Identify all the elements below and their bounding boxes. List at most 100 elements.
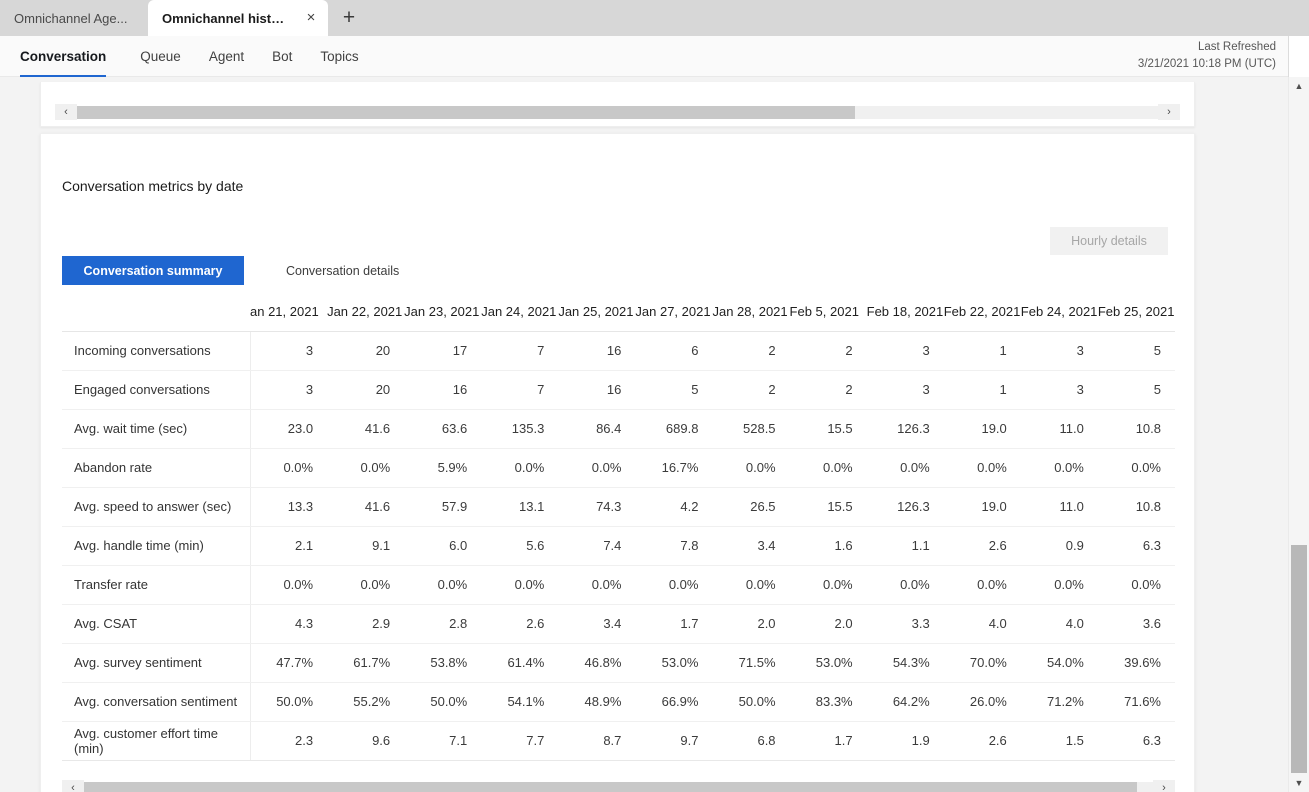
- close-icon[interactable]: ×: [302, 9, 320, 27]
- column-header-date[interactable]: Feb 25, 2021: [1097, 292, 1175, 332]
- row-label: Avg. wait time (sec): [62, 409, 251, 449]
- scroll-down-icon[interactable]: ▼: [1289, 774, 1309, 792]
- column-header-date[interactable]: Feb 22, 2021: [943, 292, 1021, 332]
- column-header-date[interactable]: Jan 24, 2021: [481, 292, 559, 332]
- tab-agent[interactable]: Agent: [195, 36, 258, 77]
- table-cell: 0.0%: [866, 448, 944, 488]
- table-cell: 0.0%: [1020, 448, 1098, 488]
- table-cell: 20: [327, 331, 405, 371]
- hscrollbar-track[interactable]: [84, 781, 1153, 792]
- page-vscrollbar[interactable]: ▲ ▼: [1288, 77, 1309, 792]
- table-cell: 86.4: [558, 409, 636, 449]
- report-canvas: ‹ › Conversation metrics by date Hourly …: [0, 77, 1288, 792]
- browser-tab-active[interactable]: Omnichannel historical an... ×: [148, 0, 328, 36]
- table-row[interactable]: Avg. survey sentiment 47.7% 61.7% 53.8% 61.4…: [62, 643, 1175, 683]
- table-cell: 7.8: [635, 526, 713, 566]
- table-cell: 2: [789, 370, 867, 410]
- table-cell: 50.0%: [712, 682, 790, 722]
- table-cell: 0.0%: [789, 565, 867, 605]
- scroll-right-icon[interactable]: ›: [1158, 104, 1180, 120]
- hscrollbar-track[interactable]: [77, 105, 1158, 119]
- last-refreshed: Last Refreshed 3/21/2021 10:18 PM (UTC): [1138, 39, 1276, 73]
- column-header-date[interactable]: Feb 24, 2021: [1020, 292, 1098, 332]
- browser-tab-title: Omnichannel historical an...: [162, 10, 290, 26]
- pivot-conversation-summary[interactable]: Conversation summary: [62, 256, 244, 285]
- table-cell: 7.7: [481, 721, 559, 761]
- table-cell: 39.6%: [1097, 643, 1175, 683]
- table-row[interactable]: Avg. wait time (sec) 23.0 41.6 63.6 135.3 86.…: [62, 409, 1175, 449]
- table-row[interactable]: Avg. customer effort time (min) 2.3 9.6 7.1…: [62, 721, 1175, 761]
- table-row[interactable]: Engaged conversations 3 20 16 7 16 5 2 2 3 1 3 5: [62, 370, 1175, 410]
- browser-tab-inactive[interactable]: Omnichannel Age...: [0, 0, 148, 36]
- tab-conversation[interactable]: Conversation: [20, 36, 120, 77]
- table-cell: 0.0%: [943, 565, 1021, 605]
- column-header-date[interactable]: Jan 22, 2021: [327, 292, 405, 332]
- page-title: Conversation metrics by date: [62, 178, 244, 194]
- table-cell: 3: [1020, 331, 1098, 371]
- tab-label: Topics: [320, 49, 359, 64]
- table-row[interactable]: Avg. speed to answer (sec) 13.3 41.6 57.9 13…: [62, 487, 1175, 527]
- tab-label: Queue: [140, 49, 181, 64]
- table-cell: 2.6: [481, 604, 559, 644]
- column-header-date[interactable]: Jan 27, 2021: [635, 292, 713, 332]
- table-cell: 10.8: [1097, 409, 1175, 449]
- table-cell: 0.0%: [635, 565, 713, 605]
- table-cell: 16: [558, 370, 636, 410]
- table-cell: 3: [250, 331, 328, 371]
- table-cell: 71.2%: [1020, 682, 1098, 722]
- table-cell: 528.5: [712, 409, 790, 449]
- table-cell: 11.0: [1020, 487, 1098, 527]
- nav-tabs: Conversation Queue Agent Bot Topics: [20, 36, 373, 77]
- table-cell: 0.0%: [481, 448, 559, 488]
- scroll-right-icon[interactable]: ›: [1153, 780, 1175, 792]
- column-header-date[interactable]: Feb 18, 2021: [866, 292, 944, 332]
- hourly-details-button[interactable]: Hourly details: [1050, 227, 1168, 255]
- table-cell: 70.0%: [943, 643, 1021, 683]
- table-cell: 2: [712, 331, 790, 371]
- tab-topics[interactable]: Topics: [306, 36, 372, 77]
- table-row[interactable]: Avg. conversation sentiment 50.0% 55.2% 50.…: [62, 682, 1175, 722]
- column-header-date[interactable]: Jan 28, 2021: [712, 292, 790, 332]
- row-label: Avg. handle time (min): [62, 526, 251, 566]
- table-cell: 83.3%: [789, 682, 867, 722]
- table-cell: 2.6: [943, 721, 1021, 761]
- table-cell: 4.0: [1020, 604, 1098, 644]
- metrics-table-hscrollbar[interactable]: ‹ ›: [62, 780, 1175, 792]
- table-row[interactable]: Avg. handle time (min) 2.1 9.1 6.0 5.6 7.4 7.8…: [62, 526, 1175, 566]
- table-row[interactable]: Abandon rate 0.0% 0.0% 5.9% 0.0% 0.0% 16.7% 0.0…: [62, 448, 1175, 488]
- table-cell: 47.7%: [250, 643, 328, 683]
- table-cell: 7.1: [404, 721, 482, 761]
- table-cell: 9.7: [635, 721, 713, 761]
- column-header-date[interactable]: Feb 5, 2021: [789, 292, 867, 332]
- row-label: Incoming conversations: [62, 331, 251, 371]
- table-cell: 5: [1097, 370, 1175, 410]
- tab-bot[interactable]: Bot: [258, 36, 306, 77]
- row-label: Avg. survey sentiment: [62, 643, 251, 683]
- pivot-conversation-details[interactable]: Conversation details: [270, 256, 415, 285]
- scroll-left-icon[interactable]: ‹: [62, 780, 84, 792]
- previous-visual-hscrollbar[interactable]: ‹ ›: [55, 104, 1180, 120]
- table-cell: 16: [558, 331, 636, 371]
- table-row[interactable]: Avg. CSAT 4.3 2.9 2.8 2.6 3.4 1.7 2.0 2.0 3.3 4.0 4…: [62, 604, 1175, 644]
- table-cell: 4.3: [250, 604, 328, 644]
- metrics-table: an 21, 2021 Jan 22, 2021 Jan 23, 2021 Jan 2…: [62, 292, 1175, 761]
- table-cell: 689.8: [635, 409, 713, 449]
- column-header-date[interactable]: Jan 23, 2021: [404, 292, 482, 332]
- table-cell: 57.9: [404, 487, 482, 527]
- column-header-date[interactable]: an 21, 2021: [250, 292, 328, 332]
- table-row[interactable]: Incoming conversations 3 20 17 7 16 6 2 2 3 1 3 5: [62, 331, 1175, 371]
- scroll-left-icon[interactable]: ‹: [55, 104, 77, 120]
- table-cell: 0.0%: [250, 448, 328, 488]
- scroll-up-icon[interactable]: ▲: [1289, 77, 1309, 95]
- table-cell: 3: [866, 370, 944, 410]
- table-cell: 53.0%: [789, 643, 867, 683]
- table-row[interactable]: Transfer rate 0.0% 0.0% 0.0% 0.0% 0.0% 0.0% 0.0…: [62, 565, 1175, 605]
- table-cell: 126.3: [866, 409, 944, 449]
- new-tab-icon[interactable]: +: [332, 1, 366, 35]
- table-cell: 3.3: [866, 604, 944, 644]
- hscrollbar-thumb[interactable]: [77, 105, 856, 119]
- vscrollbar-thumb[interactable]: [1291, 545, 1307, 773]
- tab-queue[interactable]: Queue: [126, 36, 195, 77]
- column-header-date[interactable]: Jan 25, 2021: [558, 292, 636, 332]
- hscrollbar-thumb[interactable]: [84, 781, 1137, 792]
